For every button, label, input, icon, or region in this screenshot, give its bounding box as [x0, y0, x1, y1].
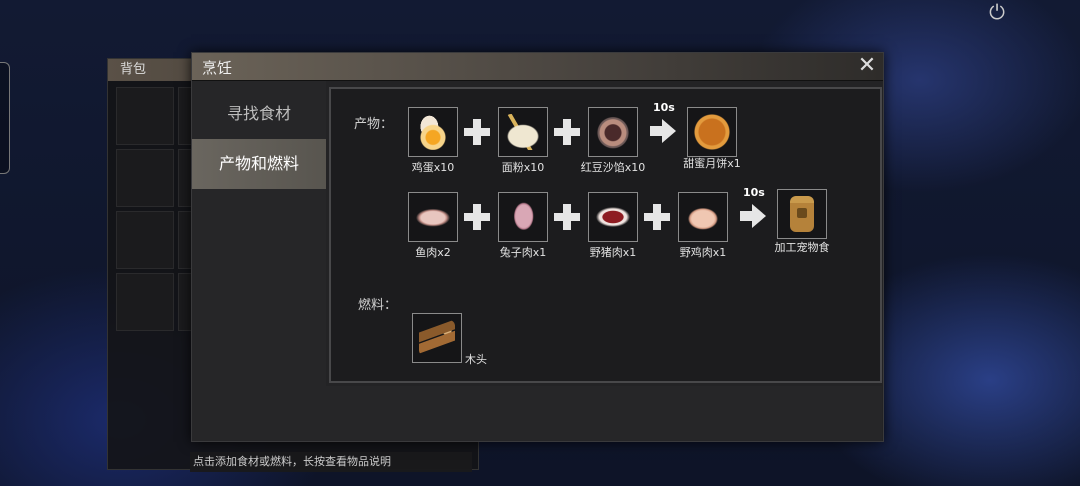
products-label: 产物： — [354, 117, 394, 132]
red-bean-paste-icon — [595, 114, 631, 150]
ingredient-slot-flour[interactable] — [498, 107, 548, 157]
wood-icon — [419, 320, 455, 356]
fuel-slot-wood[interactable] — [412, 313, 462, 363]
ingredient-caption: 野鸡肉x1 — [679, 246, 727, 259]
ingredient-caption: 面粉x10 — [501, 161, 545, 174]
ingredient-slot-pheasant[interactable] — [678, 192, 728, 242]
ingredient-caption: 野猪肉x1 — [589, 246, 637, 259]
arrow-right-icon — [740, 204, 766, 228]
cook-time-label: 10s — [653, 101, 675, 114]
ingredient-caption: 鸡蛋x10 — [411, 161, 455, 174]
cooking-title: 烹饪 — [202, 59, 233, 77]
ingredient-slot-fish[interactable] — [408, 192, 458, 242]
arrow-right-icon — [650, 119, 676, 143]
side-drawer-handle[interactable] — [0, 62, 10, 174]
backpack-slot[interactable] — [116, 273, 174, 331]
ingredient-caption: 鱼肉x2 — [415, 246, 451, 259]
boar-meat-icon — [595, 199, 631, 235]
pheasant-meat-icon — [685, 199, 721, 235]
fish-meat-icon — [415, 199, 451, 235]
plus-icon — [462, 117, 492, 147]
ingredient-caption: 红豆沙馅x10 — [580, 161, 646, 174]
ingredient-slot-red-bean-paste[interactable] — [588, 107, 638, 157]
recipe-content-panel: 产物： 鸡蛋x10 面粉x10 红豆沙馅x10 10s 甜蜜月饼x1 鱼肉x2 — [329, 87, 882, 383]
ingredient-slot-rabbit[interactable] — [498, 192, 548, 242]
plus-icon — [552, 202, 582, 232]
backpack-slot[interactable] — [116, 211, 174, 269]
backpack-slot[interactable] — [116, 149, 174, 207]
window-footer — [326, 386, 882, 441]
plus-icon — [552, 117, 582, 147]
close-icon[interactable]: ✕ — [855, 55, 879, 79]
tab-find-ingredients[interactable]: 寻找食材 — [192, 89, 326, 139]
result-caption: 加工宠物食 — [774, 241, 830, 254]
ingredient-caption: 兔子肉x1 — [499, 246, 547, 259]
cook-time-label: 10s — [743, 186, 765, 199]
tab-list: 寻找食材 产物和燃料 — [192, 81, 326, 441]
egg-icon — [415, 114, 451, 150]
result-caption: 甜蜜月饼x1 — [683, 157, 741, 170]
rabbit-meat-icon — [505, 199, 541, 235]
plus-icon — [462, 202, 492, 232]
cooking-window: 烹饪 ✕ 寻找食材 产物和燃料 产物： 鸡蛋x10 面粉x10 红豆沙馅x10 … — [191, 52, 884, 442]
cooking-title-bar: 烹饪 ✕ — [192, 53, 883, 81]
power-icon[interactable]: ⏻ — [985, 0, 1009, 24]
mooncake-icon — [694, 114, 730, 150]
result-slot-mooncake[interactable] — [687, 107, 737, 157]
ingredient-slot-egg[interactable] — [408, 107, 458, 157]
backpack-slot[interactable] — [116, 87, 174, 145]
fuel-caption: 木头 — [465, 353, 487, 366]
result-slot-pet-food[interactable] — [777, 189, 827, 239]
plus-icon — [642, 202, 672, 232]
pet-food-icon — [790, 196, 814, 232]
fuel-label: 燃料： — [358, 298, 398, 313]
ingredient-slot-boar[interactable] — [588, 192, 638, 242]
flour-icon — [505, 114, 541, 150]
tab-products-and-fuel[interactable]: 产物和燃料 — [192, 139, 326, 189]
hint-text: 点击添加食材或燃料，长按查看物品说明 — [190, 452, 472, 472]
